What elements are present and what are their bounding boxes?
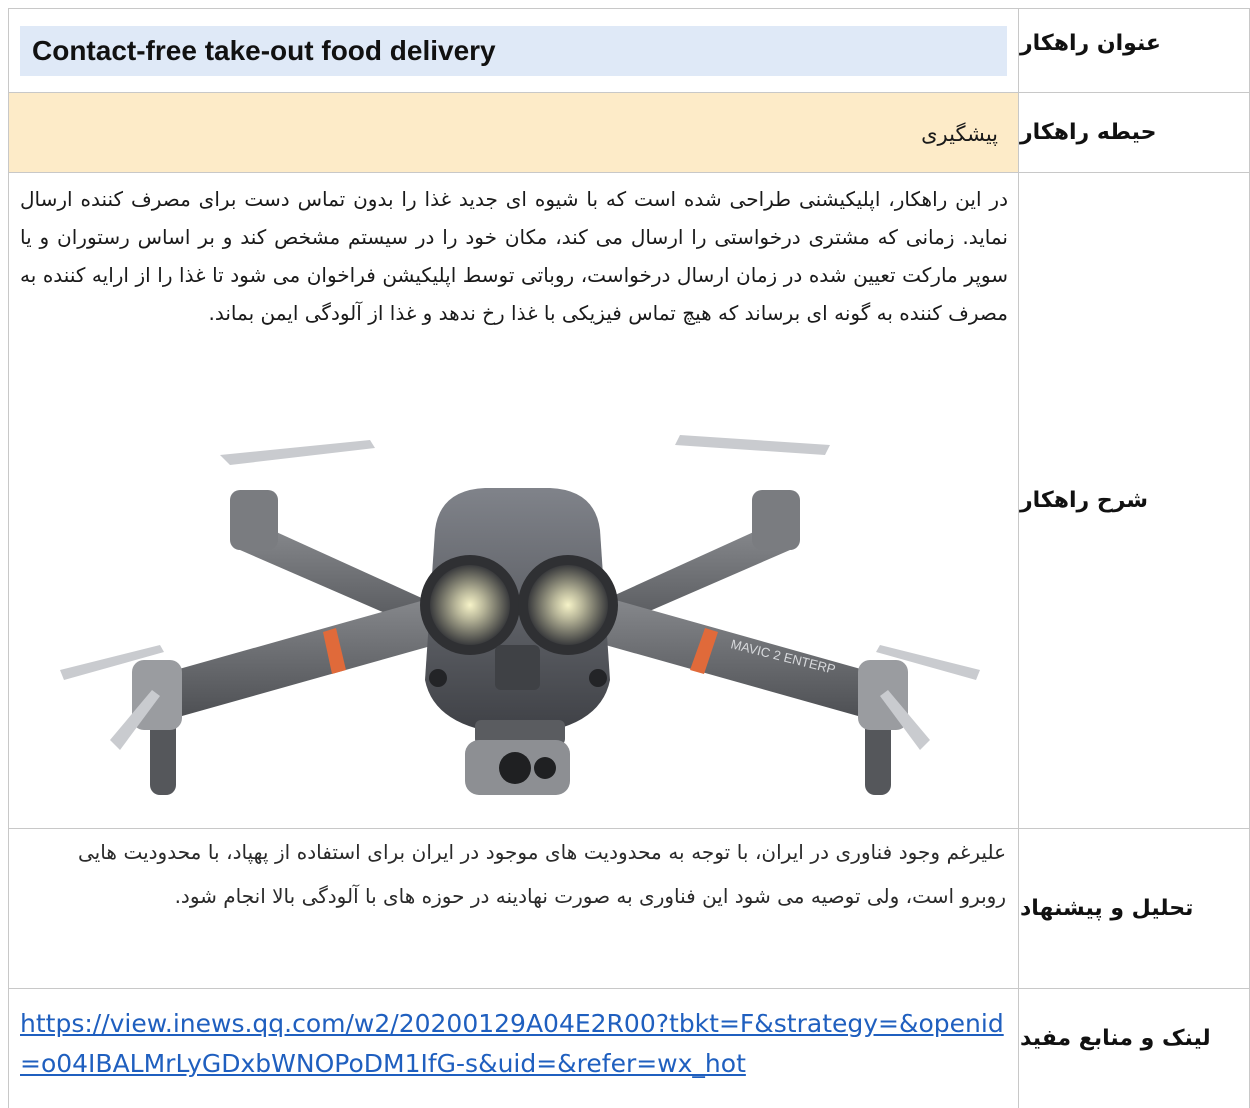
reference-link[interactable]: https://view.inews.qq.com/w2/20200129A04… <box>8 988 1018 1084</box>
row-divider <box>8 828 1250 829</box>
title-cell: Contact-free take-out food delivery <box>8 8 1018 92</box>
row-divider <box>8 172 1250 173</box>
analysis-cell: علیرغم وجود فناوری در ایران، با توجه به … <box>8 828 1018 988</box>
row-divider <box>8 92 1250 93</box>
solution-title: Contact-free take-out food delivery <box>20 26 1007 76</box>
table-border-left <box>8 8 9 1108</box>
scope-value: پیشگیری <box>921 122 998 146</box>
row-divider <box>8 988 1250 989</box>
solution-table: Contact-free take-out food delivery عنوا… <box>0 0 1250 1108</box>
row-links: https://view.inews.qq.com/w2/20200129A04… <box>8 988 1250 1108</box>
links-cell: https://view.inews.qq.com/w2/20200129A04… <box>8 988 1018 1108</box>
row-title: Contact-free take-out food delivery عنوا… <box>8 8 1250 92</box>
analysis-text: علیرغم وجود فناوری در ایران، با توجه به … <box>78 840 1006 908</box>
description-text: در این راهکار، اپلیکیشنی طراحی شده است ک… <box>20 187 1008 325</box>
label-analysis: تحلیل و پیشنهاد <box>1020 895 1194 921</box>
label-title: عنوان راهکار <box>1020 30 1161 56</box>
row-scope: پیشگیری حیطه راهکار <box>8 92 1250 172</box>
scope-cell: پیشگیری <box>8 92 1018 172</box>
table-border-middle <box>1018 8 1019 1108</box>
row-analysis: علیرغم وجود فناوری در ایران، با توجه به … <box>8 828 1250 988</box>
label-links: لینک و منابع مفید <box>1020 1025 1211 1051</box>
label-description: شرح راهکار <box>1020 487 1149 513</box>
drone-image: MAVIC 2 ENTERP <box>40 420 990 810</box>
table-border-top <box>8 8 1250 9</box>
label-scope: حیطه راهکار <box>1020 119 1157 145</box>
